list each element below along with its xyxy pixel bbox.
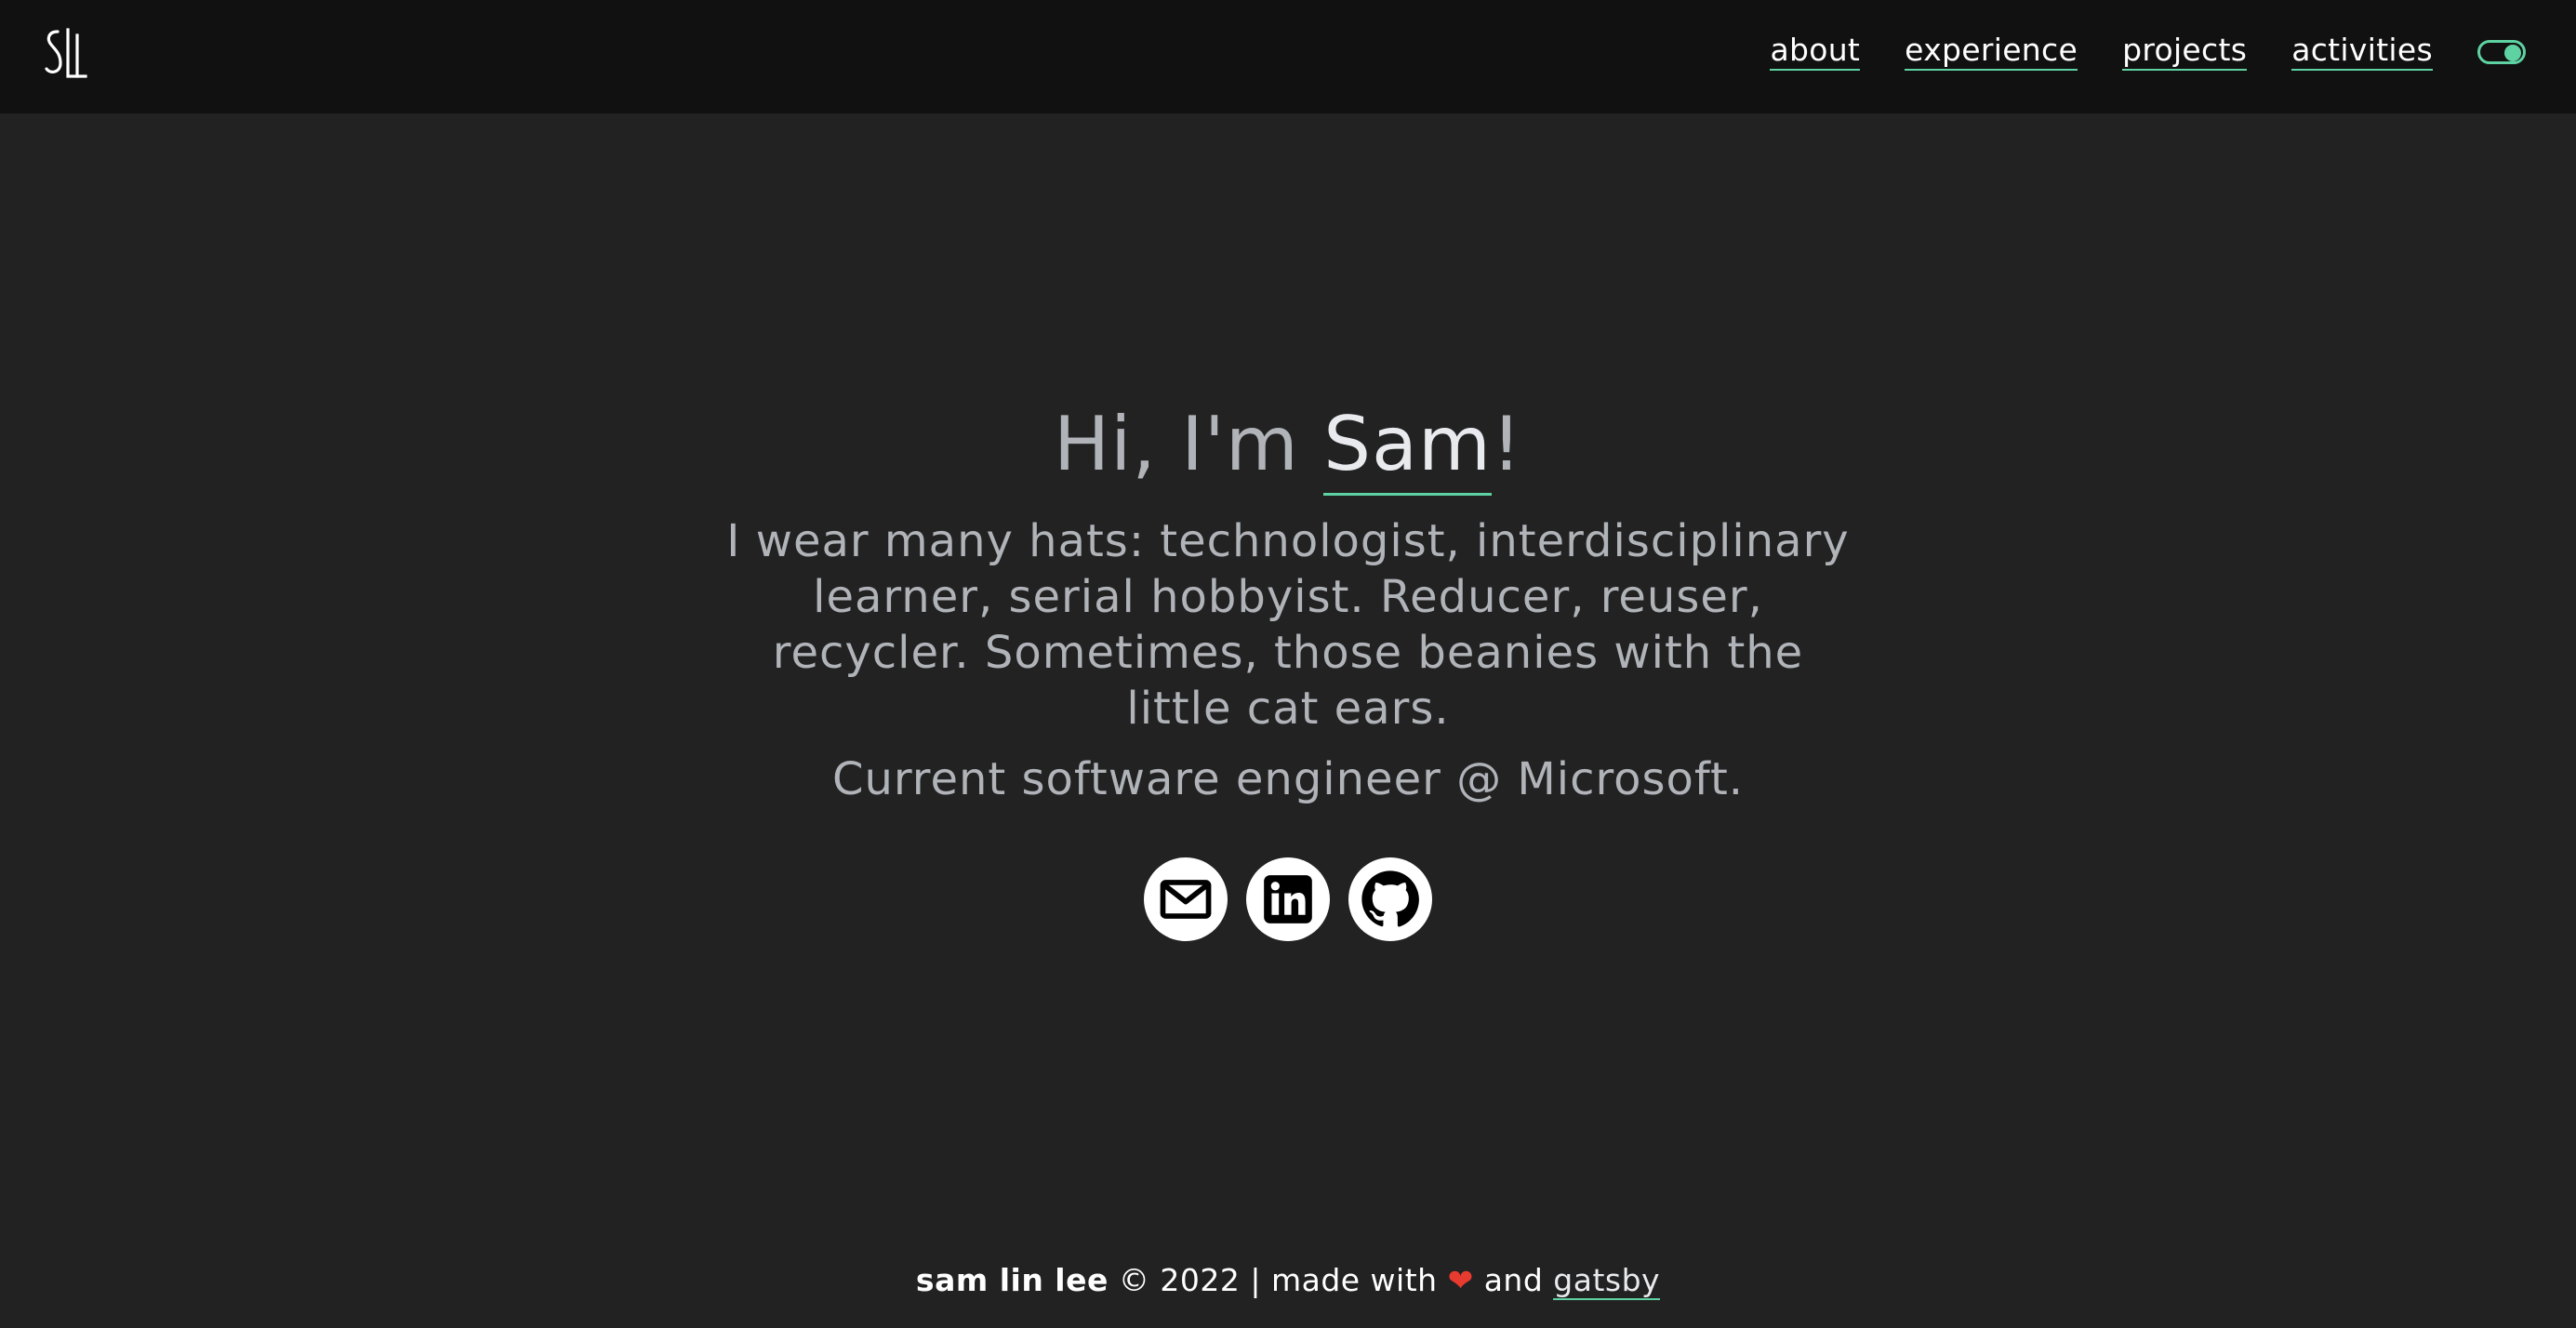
footer-copyright: © 2022 | made with [1108, 1262, 1448, 1298]
page-footer: sam lin lee © 2022 | made with ❤ and gat… [0, 1262, 2576, 1300]
footer-and: and [1473, 1262, 1554, 1298]
linkedin-button[interactable] [1246, 857, 1330, 941]
nav-link-about[interactable]: about [1770, 33, 1861, 72]
heart-icon: ❤ [1447, 1262, 1474, 1298]
linkedin-icon [1264, 875, 1312, 923]
main-nav: about experience projects activities [1725, 0, 2576, 104]
greeting-prefix: Hi, I'm [1054, 401, 1324, 487]
toggle-knob [2504, 45, 2521, 61]
top-navigation-bar: about experience projects activities [0, 0, 2576, 113]
gatsby-link[interactable]: gatsby [1553, 1262, 1661, 1300]
footer-author: sam lin lee [915, 1262, 1109, 1298]
nav-link-experience[interactable]: experience [1905, 33, 2078, 72]
github-button[interactable] [1348, 857, 1432, 941]
github-icon [1361, 870, 1419, 927]
greeting-heading: Hi, I'm Sam! [0, 400, 2576, 496]
nav-link-projects[interactable]: projects [2122, 33, 2248, 72]
site-logo[interactable] [43, 26, 87, 82]
nav-link-activities[interactable]: activities [2291, 33, 2433, 72]
greeting-suffix: ! [1491, 401, 1522, 487]
social-links [0, 857, 2576, 941]
bio-text: I wear many hats: technologist, interdis… [726, 515, 1850, 735]
current-role: Current software engineer @ Microsoft. [831, 753, 1745, 805]
email-button[interactable] [1144, 857, 1228, 941]
mail-icon [1160, 880, 1212, 919]
theme-toggle[interactable] [2477, 40, 2526, 64]
hero-section: Hi, I'm Sam! I wear many hats: technolog… [0, 400, 2576, 941]
name-highlight: Sam [1323, 401, 1492, 496]
